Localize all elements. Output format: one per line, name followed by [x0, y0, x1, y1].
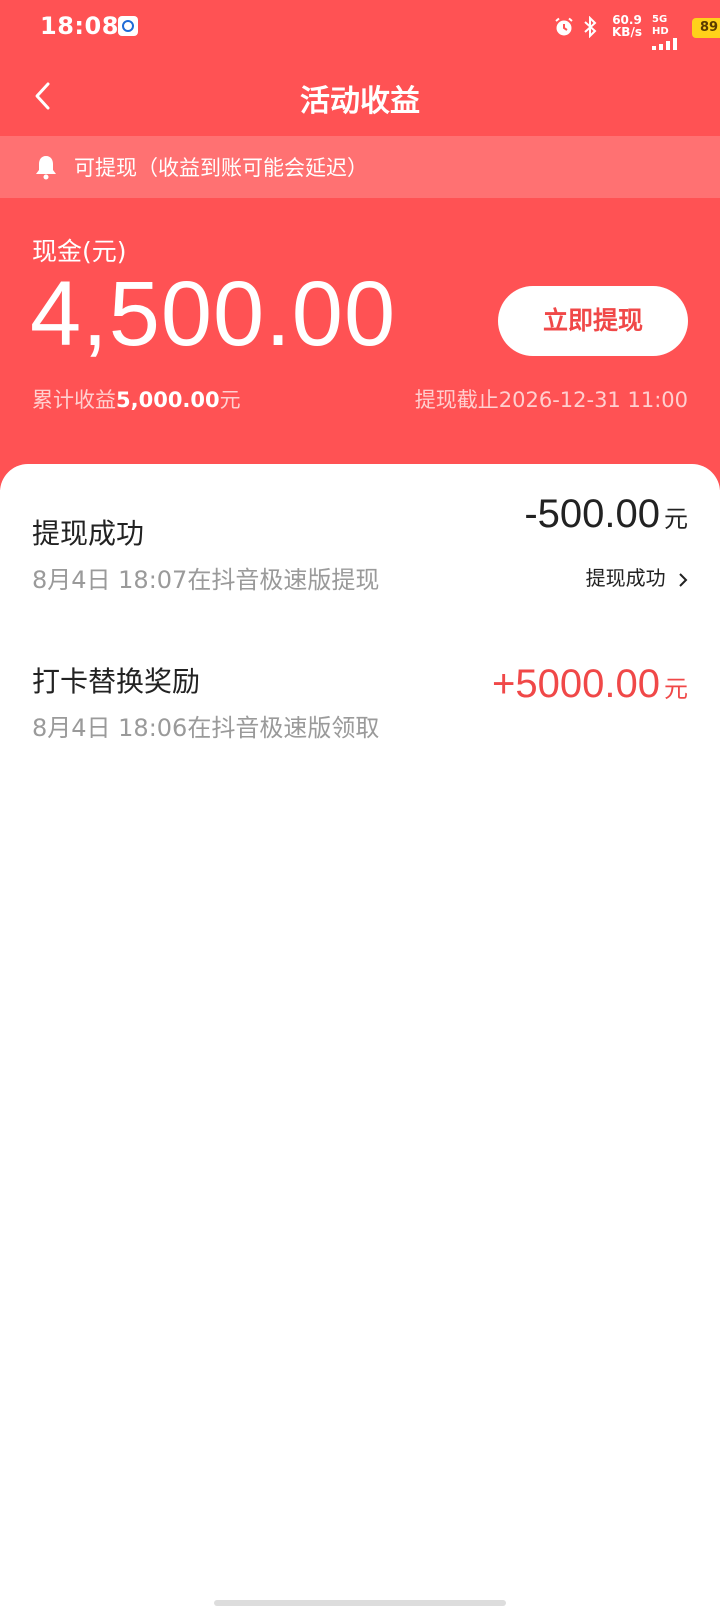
withdraw-deadline: 提现截止2026-12-31 11:00	[414, 388, 688, 412]
home-indicator[interactable]	[214, 1600, 506, 1606]
record-amount: -500.00 元	[524, 492, 688, 537]
bell-icon	[36, 156, 56, 180]
network-type: 5G HD	[652, 14, 669, 37]
record-title: 打卡替换奖励	[32, 665, 201, 698]
record-status-text: 提现成功	[585, 566, 666, 590]
withdraw-button[interactable]: 立即提现	[498, 286, 688, 356]
cumulative-suffix: 元	[219, 388, 241, 412]
signal-indicator: 5G HD	[652, 14, 686, 54]
cumulative-value: 5,000.00	[116, 388, 220, 412]
record-amount-unit: 元	[664, 505, 688, 533]
cumulative-prefix: 累计收益	[32, 388, 116, 412]
notice-text: 可提现（收益到账可能会延迟）	[74, 156, 368, 180]
record-subtitle: 8月4日 18:07在抖音极速版提现	[32, 566, 380, 594]
earnings-header: 18:08 60.9 KB/s 5G HD 89 活动收益 可提现（收益到账可能…	[0, 0, 720, 490]
notice-bar: 可提现（收益到账可能会延迟）	[0, 136, 720, 198]
record-amount: +5000.00 元	[492, 662, 688, 707]
status-time: 18:08	[40, 12, 119, 40]
battery-icon: 89	[692, 18, 720, 38]
record-amount-value: -500.00	[524, 492, 660, 536]
nav-bar: 活动收益	[0, 56, 720, 136]
page-title: 活动收益	[300, 84, 420, 119]
record-amount-unit: 元	[664, 675, 688, 703]
record-subtitle: 8月4日 18:06在抖音极速版领取	[32, 714, 380, 742]
record-title: 提现成功	[32, 517, 145, 550]
app-notification-icon	[118, 16, 138, 36]
record-item[interactable]: 打卡替换奖励 8月4日 18:06在抖音极速版领取 +5000.00 元	[0, 620, 720, 760]
cash-amount: 4,500.00	[30, 263, 397, 365]
signal-bars-icon	[652, 38, 677, 50]
alarm-icon	[555, 17, 573, 36]
records-list: 提现成功 8月4日 18:07在抖音极速版提现 -500.00 元 提现成功 打卡…	[0, 464, 720, 1612]
chevron-right-icon	[679, 572, 688, 587]
bluetooth-icon	[584, 16, 597, 38]
record-status-link[interactable]: 提现成功	[586, 562, 688, 591]
cumulative-earnings: 累计收益5,000.00元	[32, 384, 241, 414]
status-bar: 18:08 60.9 KB/s 5G HD 89	[0, 0, 720, 56]
record-amount-value: +5000.00	[492, 662, 660, 706]
network-speed: 60.9 KB/s	[608, 14, 646, 38]
page: 18:08 60.9 KB/s 5G HD 89 活动收益 可提现（收益到账可能…	[0, 0, 720, 1612]
speed-unit: KB/s	[612, 25, 642, 39]
record-item[interactable]: 提现成功 8月4日 18:07在抖音极速版提现 -500.00 元 提现成功	[0, 472, 720, 612]
